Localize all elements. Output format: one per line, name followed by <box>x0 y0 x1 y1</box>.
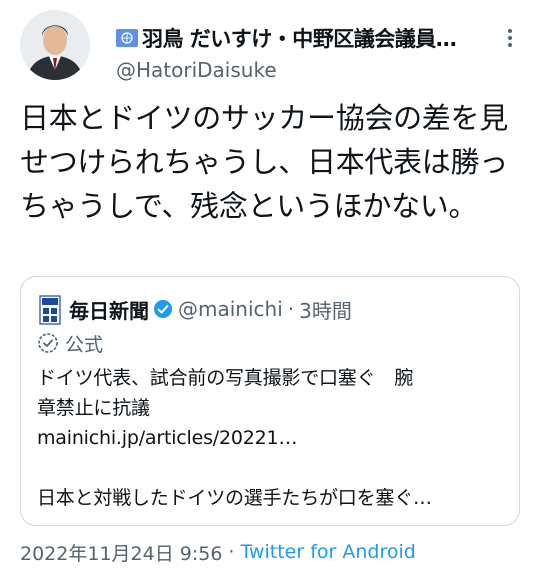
quoted-author-row: 毎日新聞 @mainichi · 3時間 <box>69 293 352 325</box>
quoted-author-handle: @mainichi <box>178 297 283 321</box>
quoted-author-name: 毎日新聞 <box>69 298 149 323</box>
tweet-source-link[interactable]: Twitter for Android <box>240 541 415 563</box>
quoted-tweet-card[interactable]: 毎日新聞 @mainichi · 3時間 公式 ドイツ代表、試合前の写真撮影で口… <box>20 276 520 526</box>
mainichi-logo-icon <box>39 295 61 325</box>
official-badge-icon <box>38 333 58 353</box>
quoted-line-blank <box>37 453 507 483</box>
author-name-row[interactable]: 羽鳥 だいすけ・中野区議会議員… <box>116 23 496 53</box>
tweet-timestamp[interactable]: 2022年11月24日 9:56 <box>20 539 222 566</box>
verified-badge-icon <box>154 300 172 318</box>
quoted-tweet-body: ドイツ代表、試合前の写真撮影で口塞ぐ 腕 章禁止に抗議 mainichi.jp/… <box>37 363 507 513</box>
tweet-footer: 2022年11月24日 9:56 · Twitter for Android <box>20 538 416 566</box>
quoted-separator: · <box>287 297 295 321</box>
author-display-name[interactable]: 羽鳥 だいすけ・中野区議会議員… <box>142 23 456 53</box>
tweet-text: 日本とドイツのサッカー協会の差を見せつけられちゃうし、日本代表は勝っちゃうしで、… <box>20 101 508 223</box>
quoted-line-1: ドイツ代表、試合前の写真撮影で口塞ぐ 腕 <box>37 367 414 389</box>
quoted-link[interactable]: mainichi.jp/articles/20221… <box>37 423 507 453</box>
author-handle[interactable]: @HatoriDaisuke <box>116 58 277 82</box>
footer-separator: · <box>228 541 235 563</box>
quoted-time: 3時間 <box>299 298 352 323</box>
official-label-row: 公式 <box>37 329 103 357</box>
more-options-icon[interactable] <box>500 26 520 50</box>
quoted-line-2: 章禁止に抗議 <box>37 397 150 419</box>
tweet-header: 羽鳥 だいすけ・中野区議会議員… @HatoriDaisuke <box>0 0 540 92</box>
un-flag-icon <box>116 29 138 47</box>
quoted-line-5: 日本と対戦したドイツの選手たちが口を塞ぐ… <box>37 487 432 509</box>
official-label: 公式 <box>65 333 104 356</box>
avatar[interactable] <box>20 10 90 80</box>
